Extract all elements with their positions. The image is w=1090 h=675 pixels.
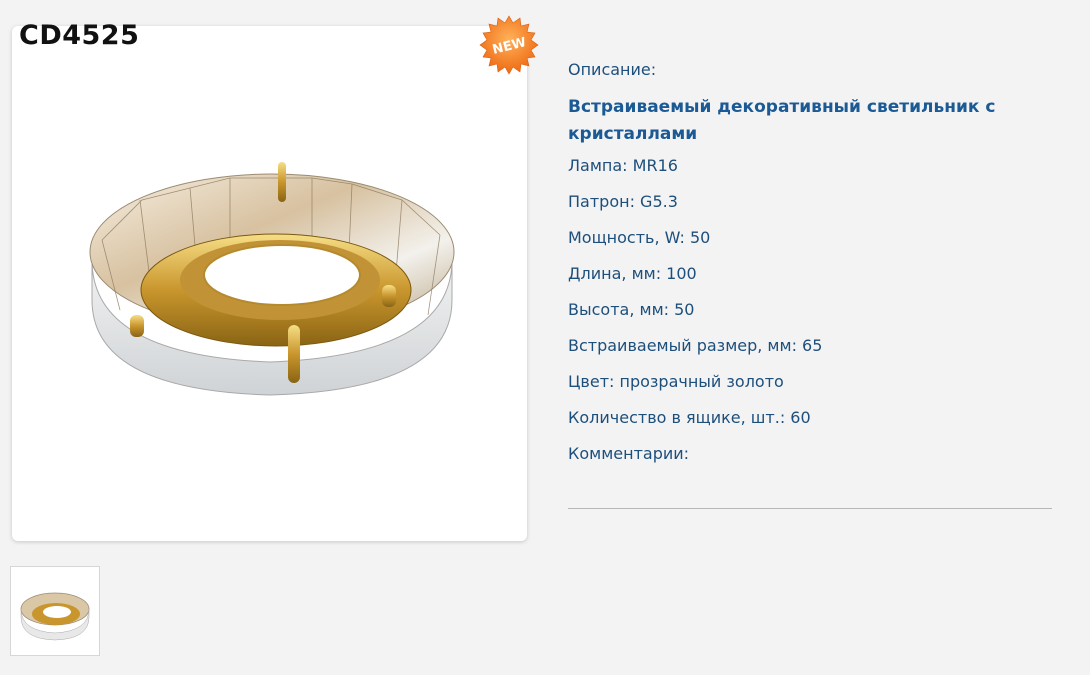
product-code: CD4525 [19,20,140,51]
description-label: Описание: [568,60,657,79]
thumbnail-photo [20,592,90,641]
product-photo [89,162,455,396]
thumbnail[interactable] [10,566,100,656]
spec-power: Мощность, W: 50 [568,228,711,247]
spec-height: Высота, мм: 50 [568,300,695,319]
spec-lamp: Лампа: MR16 [568,156,678,175]
spec-box-quantity: Количество в ящике, шт.: 60 [568,408,811,427]
spec-socket: Патрон: G5.3 [568,192,678,211]
divider [568,508,1052,509]
product-details: Описание: Встраиваемый декоративный свет… [568,58,1058,478]
spec-length: Длина, мм: 100 [568,264,697,283]
spec-color: Цвет: прозрачный золото [568,372,784,391]
product-title: Встраиваемый декоративный светильник с к… [568,97,996,144]
comments-label: Комментарии: [568,444,690,463]
spec-cutout-size: Встраиваемый размер, мм: 65 [568,336,823,355]
new-badge: NEW [479,15,539,75]
